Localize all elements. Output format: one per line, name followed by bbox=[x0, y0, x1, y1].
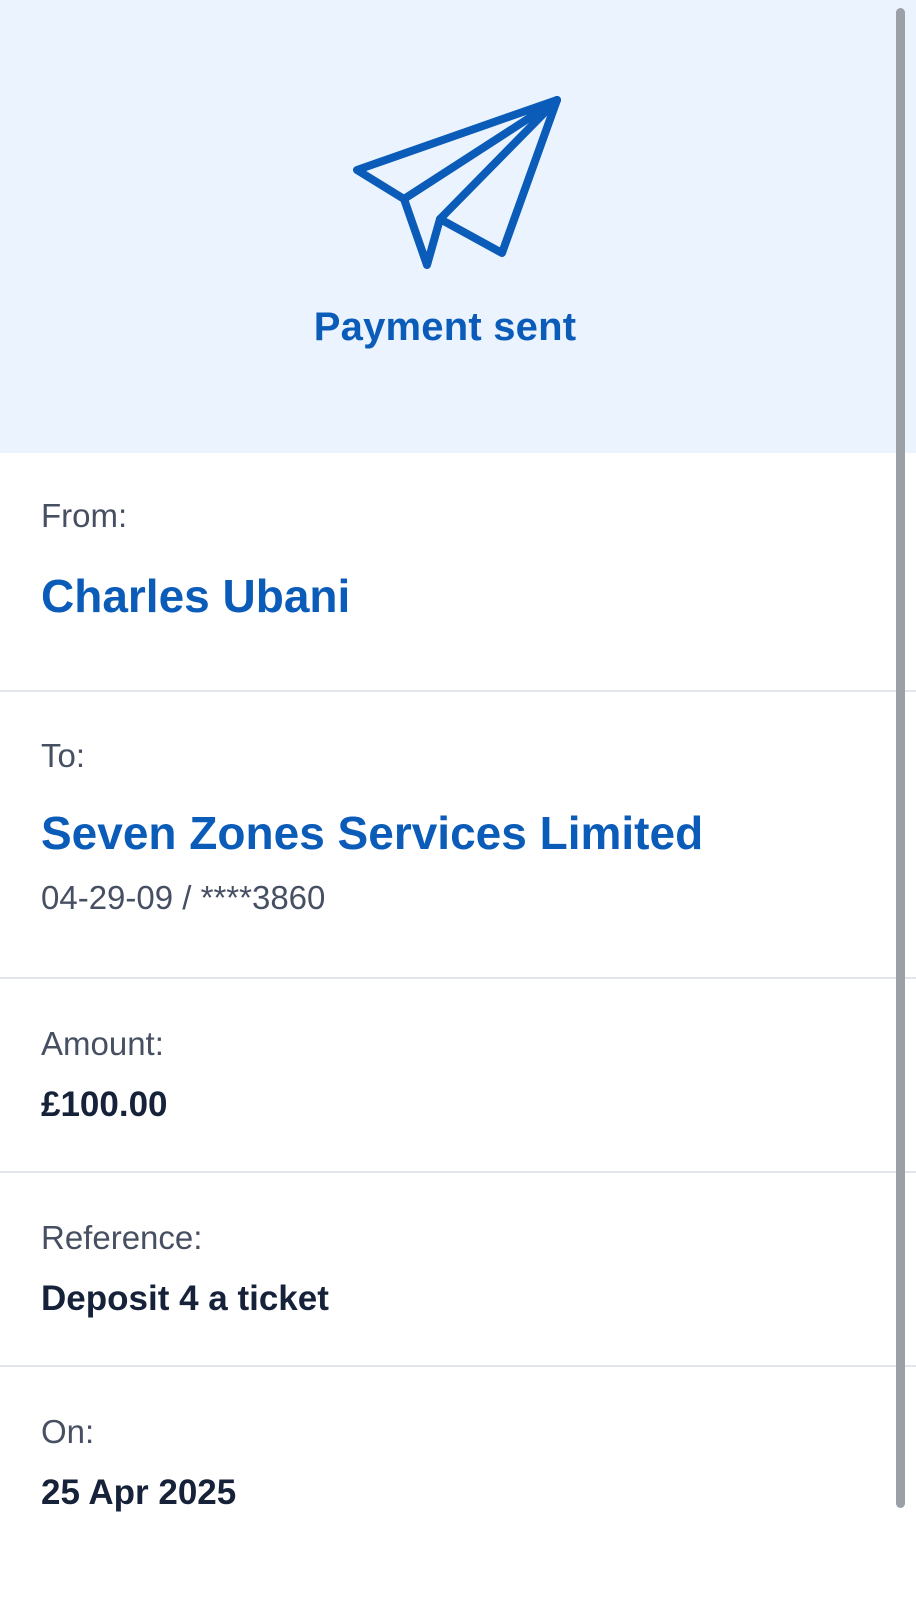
from-section: From: Charles Ubani bbox=[0, 453, 916, 692]
date-value: 25 Apr 2025 bbox=[41, 1473, 237, 1512]
amount-value: £100.00 bbox=[41, 1085, 168, 1124]
to-account-details: 04-29-09 / ****3860 bbox=[41, 879, 326, 916]
to-section: To: Seven Zones Services Limited 04-29-0… bbox=[0, 692, 916, 979]
to-label: To: bbox=[41, 737, 86, 774]
amount-section: Amount: £100.00 bbox=[0, 979, 916, 1173]
to-name: Seven Zones Services Limited bbox=[41, 807, 704, 859]
from-name: Charles Ubani bbox=[41, 570, 351, 622]
reference-value: Deposit 4 a ticket bbox=[41, 1279, 329, 1318]
from-label: From: bbox=[41, 497, 128, 534]
page-title: Payment sent bbox=[313, 305, 577, 349]
date-section: On: 25 Apr 2025 bbox=[0, 1367, 916, 1600]
paper-plane-icon bbox=[353, 96, 561, 269]
scrollbar[interactable] bbox=[896, 8, 905, 1508]
reference-label: Reference: bbox=[41, 1219, 203, 1256]
payment-status-header: Payment sent bbox=[0, 0, 916, 453]
date-label: On: bbox=[41, 1413, 95, 1450]
amount-label: Amount: bbox=[41, 1025, 164, 1062]
payment-confirmation-screen: Payment sent From: Charles Ubani To: Sev… bbox=[0, 0, 916, 1600]
reference-section: Reference: Deposit 4 a ticket bbox=[0, 1173, 916, 1367]
